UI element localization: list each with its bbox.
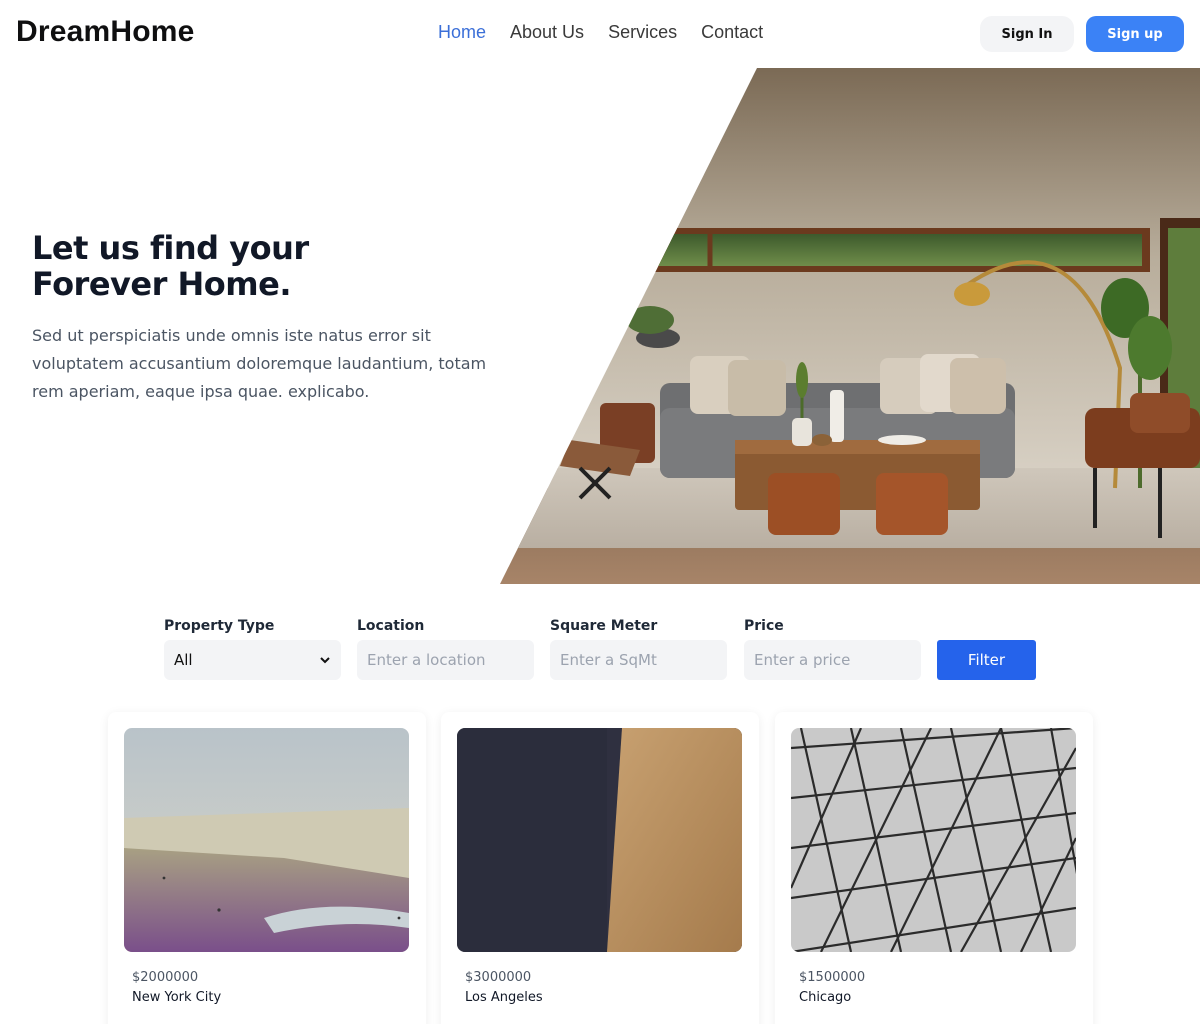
hero-text: Let us find your Forever Home. Sed ut pe…: [32, 230, 502, 406]
listing-image: [457, 728, 742, 952]
nav-services[interactable]: Services: [608, 22, 677, 43]
living-room-illustration: [500, 68, 1200, 584]
listing-price: $2000000: [132, 970, 199, 985]
nav-home[interactable]: Home: [438, 22, 486, 43]
hero-description: Sed ut perspiciatis unde omnis iste natu…: [32, 326, 487, 401]
sign-up-button[interactable]: Sign up: [1086, 16, 1184, 52]
sqm-input[interactable]: [550, 640, 727, 680]
listing-image: [791, 728, 1076, 952]
price-label: Price: [744, 618, 784, 634]
listing-price: $3000000: [465, 970, 532, 985]
sqm-field: Square Meter: [550, 618, 727, 680]
hero-living-room-image: [500, 68, 1200, 584]
listing-city: Los Angeles: [465, 990, 543, 1005]
hero-title: Let us find your Forever Home.: [32, 230, 502, 302]
property-type-value: All: [174, 651, 193, 669]
price-input[interactable]: [744, 640, 921, 680]
site-logo[interactable]: DreamHome: [16, 15, 195, 49]
filter-button[interactable]: Filter: [937, 640, 1036, 680]
sign-in-button[interactable]: Sign In: [980, 16, 1074, 52]
property-type-field: Property Type All: [164, 618, 341, 680]
site-header: DreamHome Home About Us Services Contact…: [0, 0, 1200, 68]
price-field: Price: [744, 618, 921, 680]
main-nav: Home About Us Services Contact: [438, 22, 763, 43]
property-type-label: Property Type: [164, 618, 275, 634]
beach-photo: [124, 728, 409, 952]
nav-about-us[interactable]: About Us: [510, 22, 584, 43]
property-type-select[interactable]: All: [164, 640, 341, 680]
location-input[interactable]: [357, 640, 534, 680]
listing-city: New York City: [132, 990, 222, 1005]
nav-contact[interactable]: Contact: [701, 22, 763, 43]
geometric-ceiling-photo: [791, 728, 1076, 952]
listing-card[interactable]: $2000000 New York City: [108, 712, 426, 1024]
listing-card[interactable]: $3000000 Los Angeles: [441, 712, 759, 1024]
chevron-down-icon: [320, 657, 330, 664]
location-label: Location: [357, 618, 425, 634]
location-field: Location: [357, 618, 534, 680]
listing-image: [124, 728, 409, 952]
hero-title-line1: Let us find your: [32, 229, 309, 267]
listing-price: $1500000: [799, 970, 866, 985]
listing-card[interactable]: $1500000 Chicago: [775, 712, 1093, 1024]
sqm-label: Square Meter: [550, 618, 658, 634]
hero-title-line2: Forever Home.: [32, 265, 291, 303]
listing-city: Chicago: [799, 990, 852, 1005]
asphalt-sand-photo: [457, 728, 742, 952]
